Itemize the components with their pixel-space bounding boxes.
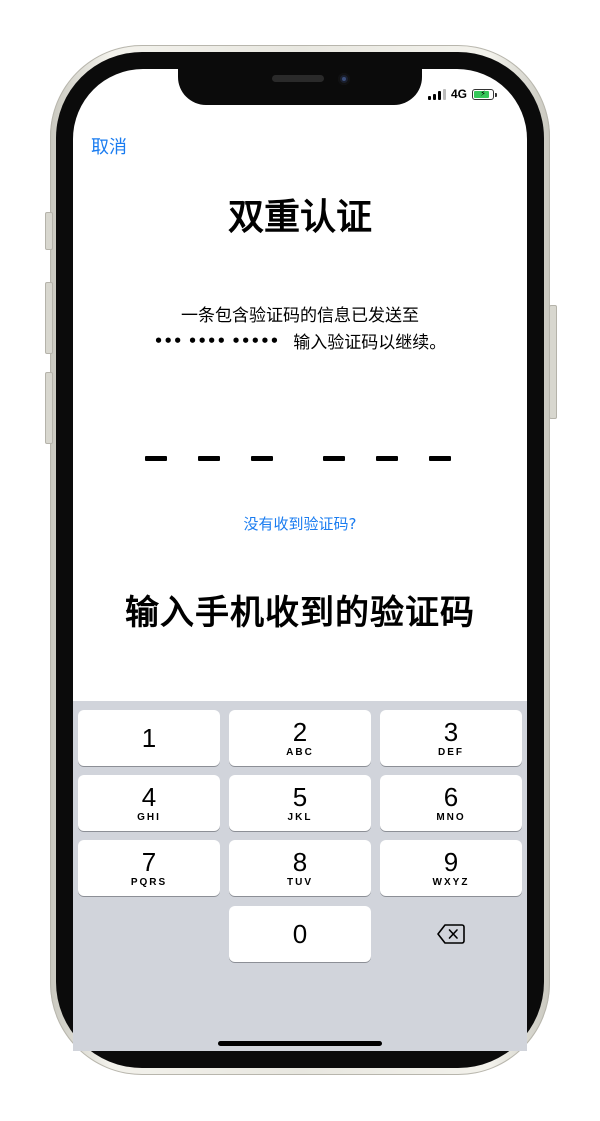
resend-code-link[interactable]: 没有收到验证码? [73,513,527,534]
overlay-caption: 输入手机收到的验证码 [125,593,475,633]
key-4[interactable]: 4 GHI [78,775,220,831]
sent-message-line1: 一条包含验证码的信息已发送至 [181,306,419,326]
front-camera [338,73,350,85]
code-slot [376,456,398,461]
code-slot [198,456,220,461]
continue-instruction: 输入验证码以继续。 [293,333,447,353]
backspace-icon [437,924,465,944]
key-6[interactable]: 6 MNO [380,775,522,831]
verification-code-input[interactable] [145,456,455,462]
signal-icon [428,88,446,100]
masked-phone-number: ••• •••• ••••• [153,331,280,350]
network-type: 4G [451,87,468,101]
delete-key[interactable] [380,906,522,962]
volume-up-button [45,282,53,354]
key-2[interactable]: 2 ABC [229,710,371,766]
key-8[interactable]: 8 TUV [229,840,371,896]
numeric-keypad: 1 2 ABC 3 DEF 4 GHI 5 JKL 6 MNO 7 PQRS 8… [73,701,527,1051]
key-7[interactable]: 7 PQRS [78,840,220,896]
volume-down-button [45,372,53,444]
mute-switch [45,212,53,250]
key-9[interactable]: 9 WXYZ [380,840,522,896]
key-1[interactable]: 1 [78,710,220,766]
key-5[interactable]: 5 JKL [229,775,371,831]
status-bar: 4G ⚡ [428,86,498,102]
cancel-button[interactable]: 取消 [91,133,127,159]
battery-icon: ⚡ [472,88,498,100]
key-0[interactable]: 0 [229,906,371,962]
code-slot [145,456,167,461]
key-3[interactable]: 3 DEF [380,710,522,766]
speaker-grille [272,75,324,82]
home-indicator[interactable] [218,1041,382,1046]
code-slot [323,456,345,461]
power-button [549,305,557,419]
sent-message-line2: ••• •••• ••••• 输入验证码以继续。 [73,328,527,354]
code-slot [251,456,273,461]
page-title: 双重认证 [227,197,372,238]
code-slot [429,456,451,461]
